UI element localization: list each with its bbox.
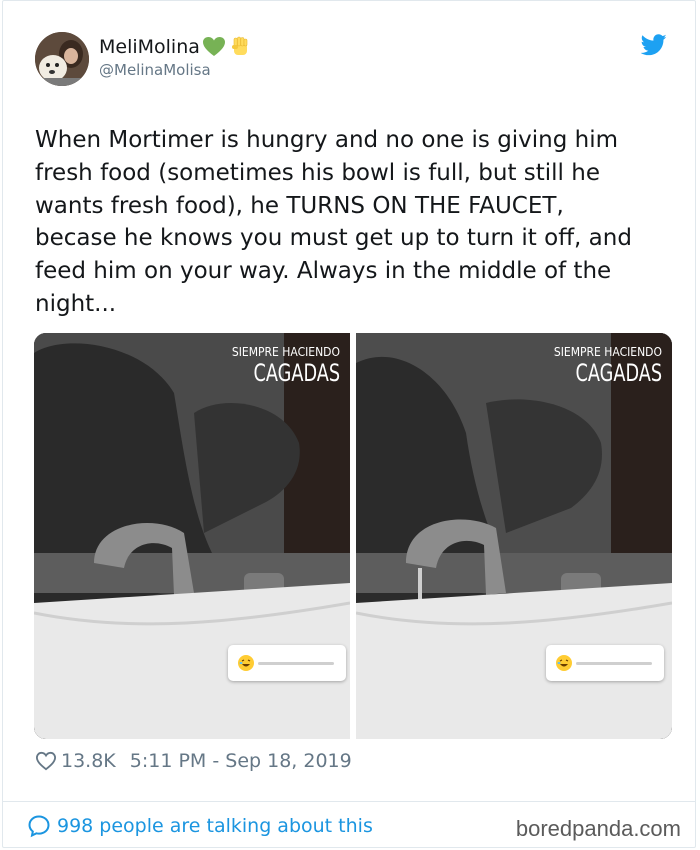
tweet-card: MeliMolina @MelinaMolisa When Mortimer i… <box>2 0 696 848</box>
laughing-face-icon <box>238 655 254 671</box>
display-name-text: MeliMolina <box>99 36 200 58</box>
tweet-text: When Mortimer is hungry and no one is gi… <box>35 127 632 317</box>
boredpanda-watermark: boredpanda.com <box>515 816 681 841</box>
raised-fist-icon <box>231 36 248 55</box>
emoji-slider[interactable] <box>546 645 664 681</box>
video-caption: SIEMPRE HACIENDO CAGADAS <box>232 345 340 387</box>
conversation-text: 998 people are talking about this <box>57 815 373 837</box>
tweet-meta: 13.8K 5:11 PM - Sep 18, 2019 <box>35 750 352 772</box>
green-heart-icon <box>202 37 225 56</box>
speech-bubble-icon <box>28 815 50 838</box>
user-handle[interactable]: @MelinaMolisa <box>99 61 211 79</box>
slider-track[interactable] <box>258 662 334 665</box>
laughing-face-icon <box>556 655 572 671</box>
slider-track[interactable] <box>576 662 652 665</box>
heart-icon[interactable] <box>35 751 57 771</box>
like-count[interactable]: 13.8K <box>61 750 116 772</box>
media-image-1[interactable]: SIEMPRE HACIENDO CAGADAS <box>34 333 350 739</box>
twitter-bird-icon[interactable] <box>641 33 667 57</box>
caption-big: CAGADAS <box>575 359 662 387</box>
avatar[interactable] <box>35 32 89 86</box>
timestamp[interactable]: 5:11 PM - Sep 18, 2019 <box>130 750 352 772</box>
caption-big: CAGADAS <box>253 359 340 387</box>
video-caption: SIEMPRE HACIENDO CAGADAS <box>554 345 662 387</box>
caption-small: SIEMPRE HACIENDO <box>553 345 662 359</box>
media-image-2[interactable]: SIEMPRE HACIENDO CAGADAS <box>356 333 672 739</box>
caption-small: SIEMPRE HACIENDO <box>231 345 340 359</box>
conversation-link[interactable]: 998 people are talking about this <box>27 814 373 838</box>
divider <box>3 801 695 802</box>
emoji-slider[interactable] <box>228 645 346 681</box>
display-name[interactable]: MeliMolina <box>99 35 252 59</box>
